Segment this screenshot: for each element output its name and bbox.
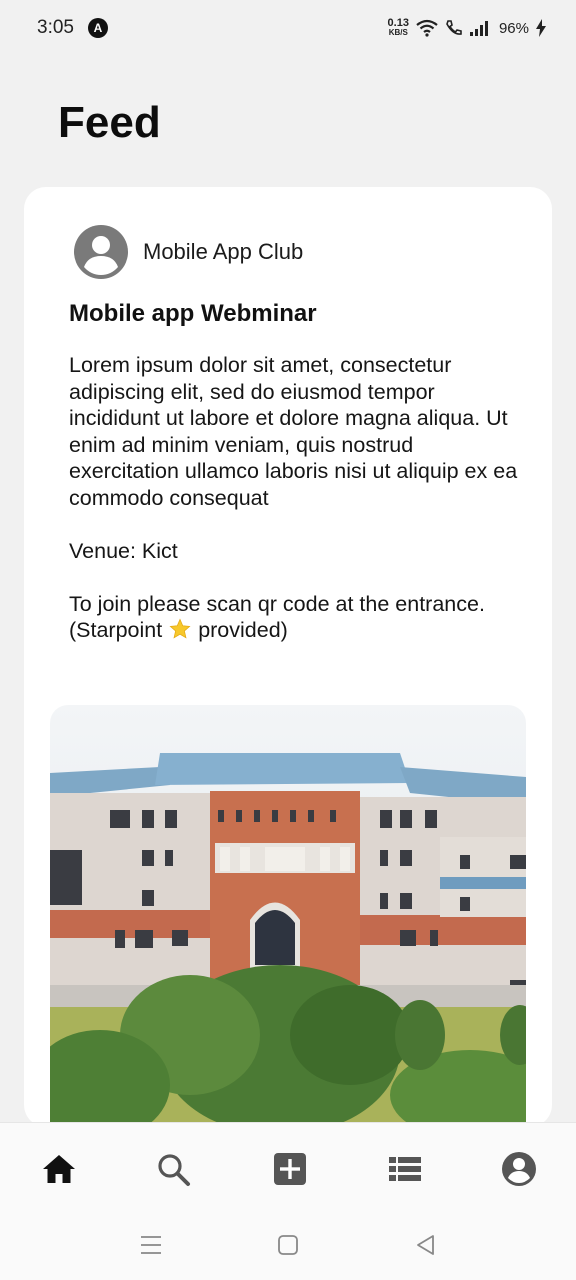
network-speed-unit: KB/S (388, 28, 408, 37)
building-photo (50, 705, 526, 1127)
system-navigation-bar (0, 1214, 576, 1280)
wifi-calling-icon (446, 20, 462, 35)
network-speed: 0.13 KB/S (387, 17, 409, 38)
home-icon (43, 1155, 75, 1183)
nav-home-button[interactable] (41, 1151, 77, 1187)
status-bar: 3:05 A 0.13 KB/S 96% (0, 0, 576, 56)
status-time: 3:05 (37, 17, 74, 38)
starpoint-text-after: provided) (198, 618, 288, 642)
app-notification-badge: A (87, 18, 108, 38)
charging-icon (536, 19, 546, 37)
recent-apps-button[interactable] (138, 1232, 164, 1258)
author-name: Mobile App Club (143, 239, 304, 264)
starpoint-text-before: (Starpoint (69, 618, 163, 642)
nav-profile-button[interactable] (501, 1151, 537, 1187)
back-triangle-icon (417, 1235, 434, 1255)
post-body: Lorem ipsum dolor sit amet, consectetur … (69, 352, 529, 644)
signal-icon (469, 21, 488, 36)
join-instructions: To join please scan qr code at the entra… (69, 591, 485, 616)
post-venue: Venue: Kict (69, 538, 178, 563)
bottom-navigation (0, 1122, 576, 1214)
home-system-button[interactable] (275, 1232, 301, 1258)
add-box-icon (274, 1153, 306, 1185)
nav-add-post-button[interactable] (272, 1151, 308, 1187)
avatar-icon (74, 225, 128, 279)
star-icon (169, 618, 191, 639)
post-join-info: To join please scan qr code at the entra… (69, 591, 529, 644)
post-description: Lorem ipsum dolor sit amet, consectetur … (69, 353, 518, 510)
wifi-icon (416, 19, 438, 37)
post-title: Mobile app Webminar (69, 300, 317, 327)
post-author[interactable]: Mobile App Club (74, 225, 303, 279)
menu-icon (141, 1236, 161, 1254)
page-title: Feed (58, 98, 161, 147)
search-icon (158, 1154, 190, 1186)
network-speed-value: 0.13 (387, 17, 409, 29)
account-icon (502, 1152, 536, 1186)
battery-percentage: 96% (498, 19, 529, 37)
nav-list-button[interactable] (387, 1151, 423, 1187)
nav-search-button[interactable] (155, 1151, 191, 1187)
post-card[interactable]: Mobile App Club Mobile app Webminar Lore… (24, 187, 552, 1127)
list-icon (389, 1157, 421, 1181)
home-square-icon (278, 1235, 298, 1255)
post-image[interactable] (50, 705, 526, 1127)
back-button[interactable] (413, 1232, 439, 1258)
